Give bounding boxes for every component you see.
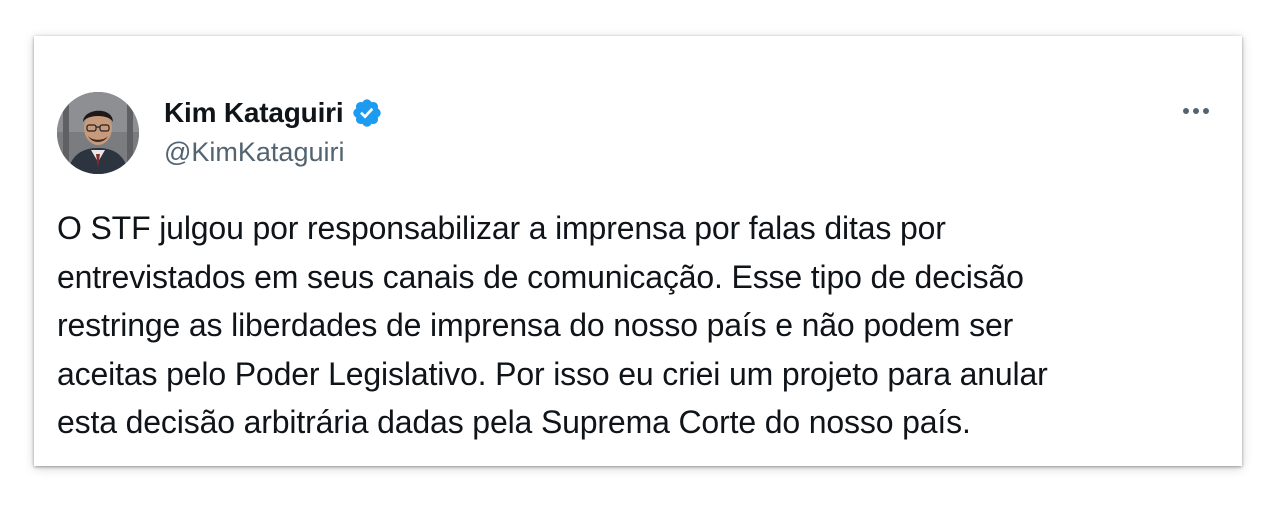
display-name[interactable]: Kim Kataguiri xyxy=(164,97,344,129)
tweet-text: O STF julgou por responsabilizar a impre… xyxy=(57,204,1217,447)
tweet-text-line: O STF julgou por responsabilizar a impre… xyxy=(57,210,946,246)
author-handle[interactable]: @KimKataguiri xyxy=(164,137,344,168)
profile-photo-icon xyxy=(57,92,139,174)
ellipsis-horizontal-icon xyxy=(1183,108,1189,114)
tweet-card: Kim Kataguiri @KimKataguiri O STF julgou… xyxy=(34,36,1242,466)
verified-badge-icon[interactable] xyxy=(351,97,383,129)
more-options-button[interactable] xyxy=(1176,96,1216,126)
author-name-row: Kim Kataguiri xyxy=(164,96,383,130)
tweet-text-line: entrevistados em seus canais de comunica… xyxy=(57,258,1024,295)
tweet-text-line: aceitas pelo Poder Legislativo. Por isso… xyxy=(57,355,1048,392)
avatar[interactable] xyxy=(57,92,139,174)
tweet-text-line: esta decisão arbitrária dadas pela Supre… xyxy=(57,404,971,440)
tweet-text-line: restringe as liberdades de imprensa do n… xyxy=(57,307,1014,343)
